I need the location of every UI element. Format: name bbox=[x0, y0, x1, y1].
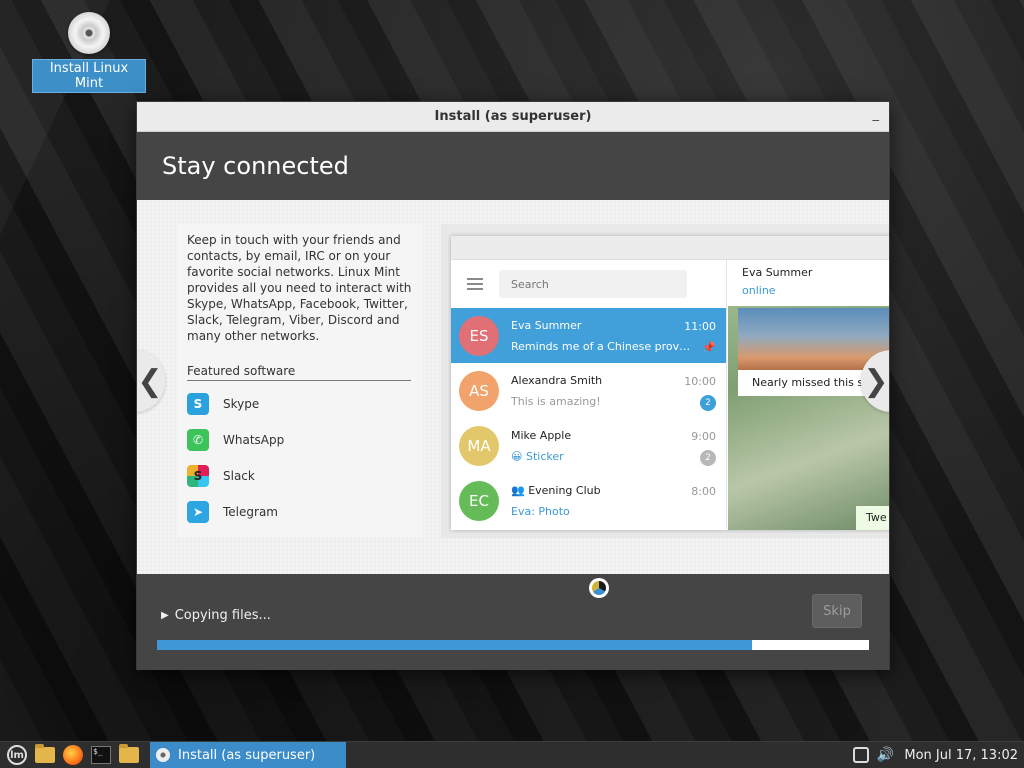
window-title: Install (as superuser) bbox=[434, 109, 592, 124]
taskbar-window-label: Install (as superuser) bbox=[178, 747, 316, 763]
taskbar: lm $_ Install (as superuser) 🔊 Mon Jul 1… bbox=[0, 741, 1024, 768]
skype-icon: S bbox=[187, 393, 209, 415]
show-desktop-button[interactable] bbox=[34, 744, 56, 765]
chat-item: ES Eva Summer Reminds me of a Chinese pr… bbox=[451, 308, 726, 363]
slideshow: Keep in touch with your friends and cont… bbox=[137, 200, 889, 574]
app-slack[interactable]: S Slack bbox=[187, 463, 413, 489]
install-linux-mint-desktop-icon[interactable]: Install Linux Mint bbox=[32, 12, 146, 93]
installer-window: Install (as superuser) _ Stay connected … bbox=[136, 101, 890, 670]
slide-heading: Stay connected bbox=[162, 152, 349, 180]
slide-header: Stay connected bbox=[137, 132, 889, 200]
mockup-chat-header: Eva Summer online bbox=[728, 260, 889, 306]
chat-header-status: online bbox=[742, 284, 776, 297]
slack-icon: S bbox=[187, 465, 209, 487]
chat-time: 9:00 bbox=[691, 430, 716, 443]
chat-message: Reminds me of a Chinese prover… bbox=[511, 339, 691, 353]
app-whatsapp[interactable]: ✆ WhatsApp bbox=[187, 427, 413, 453]
featured-software-heading: Featured software bbox=[187, 364, 411, 381]
system-tray: 🔊 Mon Jul 17, 13:02 bbox=[852, 747, 1024, 763]
expander-triangle-icon: ▶ bbox=[161, 610, 169, 621]
chat-message: This is amazing! bbox=[511, 394, 601, 408]
clock[interactable]: Mon Jul 17, 13:02 bbox=[904, 748, 1018, 763]
folder-icon bbox=[35, 744, 55, 763]
disc-icon bbox=[68, 12, 110, 54]
slide-description: Keep in touch with your friends and cont… bbox=[187, 233, 412, 343]
app-label: WhatsApp bbox=[223, 433, 285, 447]
volume-icon[interactable]: 🔊 bbox=[877, 747, 894, 763]
chat-message: 😀 Sticker bbox=[511, 449, 564, 463]
disc-icon bbox=[156, 748, 170, 762]
pin-icon: 📌 bbox=[702, 341, 716, 354]
window-titlebar[interactable]: Install (as superuser) _ bbox=[137, 102, 889, 132]
app-label: Telegram bbox=[223, 505, 278, 519]
chat-item: MA Mike Apple 😀 Sticker 9:00 2 bbox=[451, 418, 726, 473]
folder-icon bbox=[119, 744, 139, 763]
mint-menu-icon: lm bbox=[7, 745, 27, 765]
terminal-icon: $_ bbox=[91, 746, 111, 764]
avatar: EC bbox=[459, 480, 499, 521]
chat-item: EC 👥 Evening Club Eva: Photo 8:00 bbox=[451, 473, 726, 528]
mockup-chat-list: ES Eva Summer Reminds me of a Chinese pr… bbox=[451, 260, 727, 530]
whatsapp-icon: ✆ bbox=[187, 429, 209, 451]
unread-badge: 2 bbox=[700, 395, 716, 411]
chat-time: 10:00 bbox=[684, 375, 716, 388]
progress-bar bbox=[157, 640, 869, 650]
files-launcher[interactable] bbox=[118, 744, 140, 765]
telegram-screenshot: ES Eva Summer Reminds me of a Chinese pr… bbox=[451, 236, 889, 530]
chat-message: Eva: Photo bbox=[511, 504, 570, 518]
info-panel: Keep in touch with your friends and cont… bbox=[177, 224, 423, 538]
status-expander[interactable]: ▶ Copying files... bbox=[161, 608, 271, 623]
unread-badge: 2 bbox=[700, 450, 716, 466]
taskbar-window-button[interactable]: Install (as superuser) bbox=[150, 741, 346, 768]
mint-menu-button[interactable]: lm bbox=[6, 745, 28, 765]
app-label: Skype bbox=[223, 397, 260, 411]
status-text: Copying files... bbox=[174, 608, 271, 623]
chat-time: 11:00 bbox=[684, 320, 716, 333]
install-progress-area: ▶ Copying files... Skip bbox=[137, 574, 889, 670]
mockup-search-row bbox=[451, 260, 726, 308]
workspace-icon[interactable] bbox=[852, 747, 869, 763]
firefox-launcher[interactable] bbox=[62, 745, 84, 765]
progress-bar-fill bbox=[157, 640, 752, 650]
previous-slide-button[interactable]: ❮ bbox=[137, 350, 165, 412]
avatar: ES bbox=[459, 315, 499, 356]
hamburger-menu-icon bbox=[467, 278, 483, 290]
chat-time: 8:00 bbox=[691, 485, 716, 498]
chat-item: AS Alexandra Smith This is amazing! 10:0… bbox=[451, 363, 726, 418]
avatar: MA bbox=[459, 425, 499, 466]
firefox-icon bbox=[63, 745, 83, 765]
skip-button[interactable]: Skip bbox=[812, 594, 862, 628]
app-skype[interactable]: S Skype bbox=[187, 391, 413, 417]
mint-spinner-icon bbox=[589, 578, 609, 598]
avatar: AS bbox=[459, 370, 499, 411]
mockup-titlebar bbox=[451, 236, 889, 260]
minimize-button[interactable]: _ bbox=[873, 107, 880, 122]
desktop-icon-label: Install Linux Mint bbox=[32, 59, 146, 93]
app-telegram[interactable]: ➤ Telegram bbox=[187, 499, 413, 525]
terminal-launcher[interactable]: $_ bbox=[90, 745, 112, 765]
telegram-icon: ➤ bbox=[187, 501, 209, 523]
mockup-search-input bbox=[499, 270, 687, 298]
chat-header-name: Eva Summer bbox=[742, 266, 813, 279]
message-bubble: Twe bbox=[856, 506, 889, 530]
app-label: Slack bbox=[223, 469, 255, 483]
